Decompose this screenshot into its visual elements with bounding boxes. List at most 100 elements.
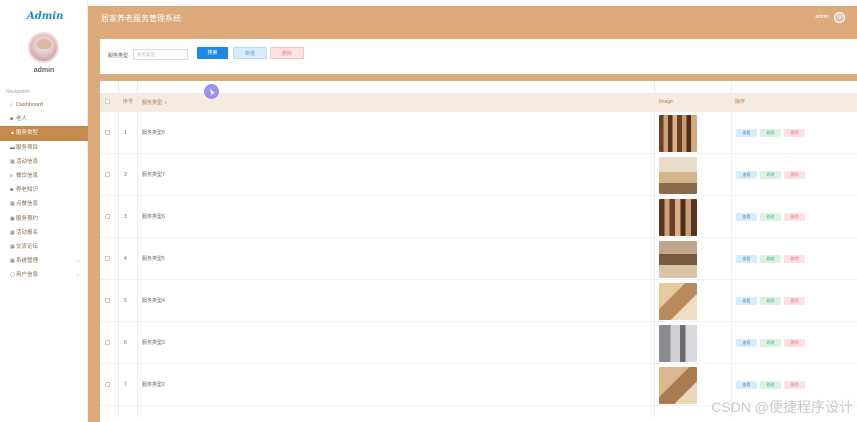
chevron-down-icon[interactable]: ⌄ bbox=[76, 254, 80, 268]
row-delete-button[interactable]: 删除 bbox=[784, 381, 805, 389]
view-button[interactable]: 查看 bbox=[736, 255, 757, 263]
row-index: 1 bbox=[124, 130, 127, 136]
add-button[interactable]: 新增 bbox=[233, 47, 267, 59]
row-image[interactable] bbox=[659, 157, 697, 194]
search-label: 服务类型 bbox=[108, 53, 129, 59]
row-checkbox[interactable] bbox=[105, 364, 110, 406]
row-image[interactable] bbox=[659, 325, 697, 362]
row-image[interactable] bbox=[659, 199, 697, 236]
sidebar-item-label: 用户信息 bbox=[16, 272, 39, 279]
sidebar-item[interactable]: ▦活动信息 bbox=[0, 155, 88, 169]
table-row: 5 服务类型4 查看 修改 删除 bbox=[100, 280, 857, 322]
view-button[interactable]: 查看 bbox=[736, 297, 757, 305]
row-delete-button[interactable]: 删除 bbox=[784, 213, 805, 221]
row-index: 3 bbox=[124, 214, 127, 220]
avatar[interactable] bbox=[28, 32, 59, 63]
row-index: 2 bbox=[124, 172, 127, 178]
row-checkbox[interactable] bbox=[105, 196, 110, 238]
edit-button[interactable]: 修改 bbox=[760, 297, 781, 305]
mouse-cursor-icon bbox=[204, 84, 219, 99]
row-image[interactable] bbox=[659, 115, 697, 152]
grid-icon: ▦ bbox=[10, 229, 15, 236]
sidebar-item[interactable]: ▣服务预约 bbox=[0, 212, 88, 226]
data-table: 序号 服务类型 ⇕ Image 操作 1 服务类型8 查看 修改 删除 2 服务类型7 查看 修改… bbox=[100, 74, 857, 422]
sort-icon: ⇕ bbox=[164, 100, 168, 105]
app-logo: Admin bbox=[27, 11, 64, 22]
sidebar-item-label: 点餐信息 bbox=[16, 201, 39, 208]
sidebar-item[interactable]: ▦系统管理 ⌄ bbox=[0, 254, 88, 268]
edit-button[interactable]: 修改 bbox=[760, 255, 781, 263]
sidebar-item[interactable]: ▦点餐信息 bbox=[0, 197, 88, 211]
row-delete-button[interactable]: 删除 bbox=[784, 129, 805, 137]
grid-icon: ▦ bbox=[10, 201, 15, 208]
grid-icon: ▦ bbox=[10, 243, 15, 250]
list-icon: ▬ bbox=[10, 144, 15, 151]
sidebar-item[interactable]: ▲服务类型 bbox=[0, 126, 88, 141]
view-button[interactable]: 查看 bbox=[736, 381, 757, 389]
row-index: 7 bbox=[124, 382, 127, 388]
header-avatar[interactable] bbox=[834, 12, 845, 23]
row-image[interactable] bbox=[659, 367, 697, 404]
edit-button[interactable]: 修改 bbox=[760, 171, 781, 179]
sidebar-item[interactable]: ⌂ Dashboard bbox=[0, 98, 88, 112]
calendar-icon: ▣ bbox=[10, 215, 15, 222]
sidebar-item-label: 交流论坛 bbox=[16, 243, 39, 250]
top-header: 居家养老服务管理系统 admin bbox=[88, 6, 857, 31]
row-image[interactable] bbox=[659, 283, 697, 320]
table-row: 6 服务类型3 查看 修改 删除 bbox=[100, 322, 857, 364]
view-button[interactable]: 查看 bbox=[736, 129, 757, 137]
row-type: 服务类型6 bbox=[142, 214, 165, 220]
row-delete-button[interactable]: 删除 bbox=[784, 255, 805, 263]
row-type: 服务类型5 bbox=[142, 256, 165, 262]
sidebar-item[interactable]: ▢用户信息 ⌄ bbox=[0, 268, 88, 282]
view-button[interactable]: 查看 bbox=[736, 171, 757, 179]
row-image[interactable] bbox=[659, 241, 697, 278]
sidebar-item-label: 活动报名 bbox=[16, 229, 39, 236]
sidebar-item-label: 系统管理 bbox=[16, 258, 39, 265]
header-type[interactable]: 服务类型 ⇕ bbox=[142, 93, 167, 112]
header-actions: 操作 bbox=[735, 99, 746, 105]
nav-title: Navigation bbox=[6, 89, 30, 95]
grid-icon: ▦ bbox=[10, 258, 15, 265]
sidebar-item[interactable]: ▬服务项目 bbox=[0, 141, 88, 155]
chevron-down-icon[interactable]: ⌄ bbox=[76, 268, 80, 282]
select-all-checkbox[interactable] bbox=[105, 93, 110, 112]
menu-icon: ≡ bbox=[10, 172, 13, 179]
user-icon: ▲ bbox=[10, 130, 15, 137]
row-checkbox[interactable] bbox=[105, 154, 110, 196]
delete-button[interactable]: 删除 bbox=[270, 47, 304, 59]
row-checkbox[interactable] bbox=[105, 322, 110, 364]
row-checkbox[interactable] bbox=[105, 280, 110, 322]
table-row: 1 服务类型8 查看 修改 删除 bbox=[100, 112, 857, 154]
row-delete-button[interactable]: 删除 bbox=[784, 339, 805, 347]
app-title: 居家养老服务管理系统 bbox=[101, 14, 181, 23]
sidebar-item-label: 服务预约 bbox=[16, 215, 39, 222]
view-button[interactable]: 查看 bbox=[736, 213, 757, 221]
sidebar-item-label: 养老知识 bbox=[16, 187, 39, 194]
edit-button[interactable]: 修改 bbox=[760, 381, 781, 389]
search-input[interactable]: 服务类型 bbox=[133, 49, 188, 60]
edit-button[interactable]: 修改 bbox=[760, 339, 781, 347]
row-checkbox[interactable] bbox=[105, 238, 110, 280]
sidebar: Admin admin Navigation ⌂ Dashboard ■ 老人 ▲服务类… bbox=[0, 0, 88, 422]
sidebar-item[interactable]: ≡ 餐饮信息 bbox=[0, 169, 88, 183]
sidebar-item[interactable]: ■ 老人 bbox=[0, 112, 88, 126]
edit-button[interactable]: 修改 bbox=[760, 213, 781, 221]
book-icon: ■ bbox=[10, 187, 14, 194]
row-delete-button[interactable]: 删除 bbox=[784, 297, 805, 305]
table-row: 4 服务类型5 查看 修改 删除 bbox=[100, 238, 857, 280]
view-button[interactable]: 查看 bbox=[736, 339, 757, 347]
sidebar-item-label: 老人 bbox=[16, 116, 28, 123]
header-username[interactable]: admin bbox=[815, 14, 829, 20]
header-image: Image bbox=[659, 99, 673, 105]
row-checkbox[interactable] bbox=[105, 112, 110, 154]
row-type: 服务类型3 bbox=[142, 340, 165, 346]
sidebar-item[interactable]: ▦活动报名 bbox=[0, 226, 88, 240]
sidebar-item[interactable]: ■ 养老知识 bbox=[0, 183, 88, 197]
sidebar-item[interactable]: ▦交流论坛 bbox=[0, 240, 88, 254]
edit-button[interactable]: 修改 bbox=[760, 129, 781, 137]
header-index: 序号 bbox=[123, 99, 134, 105]
search-button[interactable]: 搜索 bbox=[197, 47, 228, 59]
row-index: 6 bbox=[124, 340, 127, 346]
row-delete-button[interactable]: 删除 bbox=[784, 171, 805, 179]
